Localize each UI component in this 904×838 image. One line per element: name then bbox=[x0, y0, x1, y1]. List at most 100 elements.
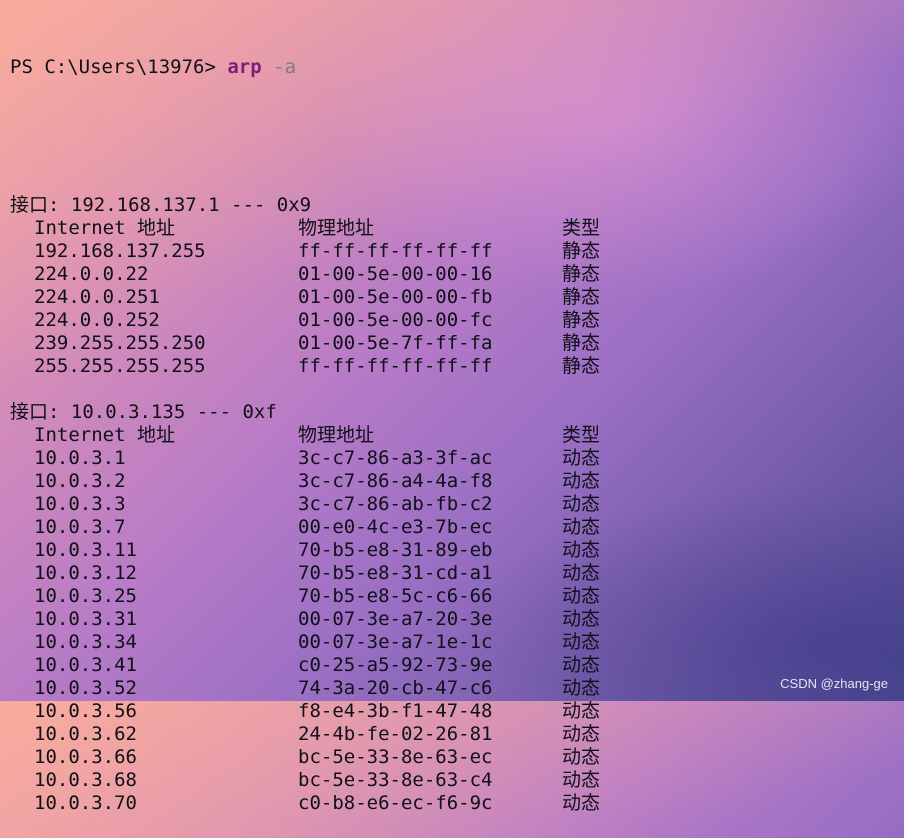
interface-block: 接口: 10.0.3.135 --- 0xf Internet 地址 物理地址 类型 1… bbox=[10, 401, 904, 815]
table-row: 10.0.3.31 00-07-3e-a7-20-3e 动态 bbox=[10, 608, 904, 631]
type-cell: 动态 bbox=[562, 585, 601, 607]
physical-address-cell: 70-b5-e8-31-89-eb bbox=[298, 539, 493, 561]
physical-address-cell: 24-4b-fe-02-26-81 bbox=[298, 723, 493, 745]
watermark: CSDN @zhang-ge bbox=[780, 676, 888, 691]
type-cell: 动态 bbox=[562, 470, 601, 492]
table-row: 10.0.3.66 bc-5e-33-8e-63-ec 动态 bbox=[10, 746, 904, 769]
type-cell: 动态 bbox=[562, 769, 601, 791]
type-cell: 动态 bbox=[562, 447, 601, 469]
table-row: 224.0.0.252 01-00-5e-00-00-fc 静态 bbox=[10, 309, 904, 332]
internet-address-cell: 224.0.0.251 bbox=[34, 286, 160, 308]
prompt-prefix: PS C:\Users\13976> bbox=[10, 56, 228, 78]
physical-address-cell: f8-e4-3b-f1-47-48 bbox=[298, 700, 493, 722]
internet-address-cell: 10.0.3.7 bbox=[34, 516, 126, 538]
type-cell: 静态 bbox=[562, 263, 601, 285]
column-header-internet-address: Internet 地址 bbox=[34, 424, 175, 446]
table-row: 10.0.3.7 00-e0-4c-e3-7b-ec 动态 bbox=[10, 516, 904, 539]
physical-address-cell: 01-00-5e-7f-ff-fa bbox=[298, 332, 493, 354]
type-cell: 动态 bbox=[562, 746, 601, 768]
column-header-type: 类型 bbox=[562, 424, 601, 446]
physical-address-cell: c0-25-a5-92-73-9e bbox=[298, 654, 493, 676]
interfaces-list: 接口: 192.168.137.1 --- 0x9 Internet 地址 物理地址… bbox=[10, 194, 904, 815]
type-cell: 动态 bbox=[562, 562, 601, 584]
internet-address-cell: 10.0.3.56 bbox=[34, 700, 137, 722]
table-row: 10.0.3.62 24-4b-fe-02-26-81 动态 bbox=[10, 723, 904, 746]
table-row: 10.0.3.1 3c-c7-86-a3-3f-ac 动态 bbox=[10, 447, 904, 470]
physical-address-cell: 3c-c7-86-a3-3f-ac bbox=[298, 447, 493, 469]
table-row: 224.0.0.251 01-00-5e-00-00-fb 静态 bbox=[10, 286, 904, 309]
column-header-physical-address: 物理地址 bbox=[298, 424, 375, 446]
physical-address-cell: bc-5e-33-8e-63-c4 bbox=[298, 769, 493, 791]
physical-address-cell: 01-00-5e-00-00-fc bbox=[298, 309, 493, 331]
table-row: 192.168.137.255 ff-ff-ff-ff-ff-ff 静态 bbox=[10, 240, 904, 263]
physical-address-cell: 00-e0-4c-e3-7b-ec bbox=[298, 516, 493, 538]
column-header-physical-address: 物理地址 bbox=[298, 217, 375, 239]
internet-address-cell: 10.0.3.1 bbox=[34, 447, 126, 469]
type-cell: 静态 bbox=[562, 286, 601, 308]
interface-header: 接口: 192.168.137.1 --- 0x9 bbox=[10, 194, 312, 216]
internet-address-cell: 10.0.3.2 bbox=[34, 470, 126, 492]
type-cell: 动态 bbox=[562, 608, 601, 630]
physical-address-cell: 70-b5-e8-31-cd-a1 bbox=[298, 562, 493, 584]
internet-address-cell: 10.0.3.31 bbox=[34, 608, 137, 630]
physical-address-cell: c0-b8-e6-ec-f6-9c bbox=[298, 792, 493, 814]
table-row: 10.0.3.56 f8-e4-3b-f1-47-48 动态 bbox=[10, 700, 904, 723]
table-row: 10.0.3.70 c0-b8-e6-ec-f6-9c 动态 bbox=[10, 792, 904, 815]
internet-address-cell: 10.0.3.12 bbox=[34, 562, 137, 584]
physical-address-cell: 3c-c7-86-a4-4a-f8 bbox=[298, 470, 493, 492]
internet-address-cell: 10.0.3.66 bbox=[34, 746, 137, 768]
internet-address-cell: 10.0.3.11 bbox=[34, 539, 137, 561]
table-row: 10.0.3.34 00-07-3e-a7-1e-1c 动态 bbox=[10, 631, 904, 654]
type-cell: 动态 bbox=[562, 700, 601, 722]
terminal-output[interactable]: PS C:\Users\13976> arp -a 接口: 192.168.13… bbox=[10, 10, 904, 838]
physical-address-cell: 70-b5-e8-5c-c6-66 bbox=[298, 585, 493, 607]
command-flag: -a bbox=[273, 56, 297, 78]
internet-address-cell: 192.168.137.255 bbox=[34, 240, 206, 262]
interface-block: 接口: 192.168.137.1 --- 0x9 Internet 地址 物理地址… bbox=[10, 194, 904, 401]
internet-address-cell: 239.255.255.250 bbox=[34, 332, 206, 354]
table-row: 10.0.3.11 70-b5-e8-31-89-eb 动态 bbox=[10, 539, 904, 562]
type-cell: 动态 bbox=[562, 654, 601, 676]
table-row: 10.0.3.41 c0-25-a5-92-73-9e 动态 bbox=[10, 654, 904, 677]
interface-header: 接口: 10.0.3.135 --- 0xf bbox=[10, 401, 277, 423]
internet-address-cell: 10.0.3.25 bbox=[34, 585, 137, 607]
internet-address-cell: 10.0.3.3 bbox=[34, 493, 126, 515]
physical-address-cell: 01-00-5e-00-00-16 bbox=[298, 263, 493, 285]
table-row: 10.0.3.25 70-b5-e8-5c-c6-66 动态 bbox=[10, 585, 904, 608]
type-cell: 静态 bbox=[562, 332, 601, 354]
table-row: 10.0.3.2 3c-c7-86-a4-4a-f8 动态 bbox=[10, 470, 904, 493]
command-prompt-line: PS C:\Users\13976> arp -a bbox=[10, 56, 904, 79]
type-cell: 动态 bbox=[562, 516, 601, 538]
type-cell: 静态 bbox=[562, 309, 601, 331]
table-row: 10.0.3.68 bc-5e-33-8e-63-c4 动态 bbox=[10, 769, 904, 792]
internet-address-cell: 10.0.3.34 bbox=[34, 631, 137, 653]
internet-address-cell: 10.0.3.62 bbox=[34, 723, 137, 745]
physical-address-cell: bc-5e-33-8e-63-ec bbox=[298, 746, 493, 768]
type-cell: 动态 bbox=[562, 677, 601, 699]
command-name: arp bbox=[227, 56, 262, 78]
table-row: 224.0.0.22 01-00-5e-00-00-16 静态 bbox=[10, 263, 904, 286]
type-cell: 动态 bbox=[562, 631, 601, 653]
table-row: 10.0.3.12 70-b5-e8-31-cd-a1 动态 bbox=[10, 562, 904, 585]
physical-address-cell: 3c-c7-86-ab-fb-c2 bbox=[298, 493, 493, 515]
physical-address-cell: 00-07-3e-a7-20-3e bbox=[298, 608, 493, 630]
table-row: 10.0.3.3 3c-c7-86-ab-fb-c2 动态 bbox=[10, 493, 904, 516]
table-row: 10.0.3.52 74-3a-20-cb-47-c6 动态 bbox=[10, 677, 904, 700]
column-header-type: 类型 bbox=[562, 217, 601, 239]
internet-address-cell: 224.0.0.22 bbox=[34, 263, 149, 285]
physical-address-cell: 74-3a-20-cb-47-c6 bbox=[298, 677, 493, 699]
type-cell: 动态 bbox=[562, 493, 601, 515]
physical-address-cell: ff-ff-ff-ff-ff-ff bbox=[298, 240, 493, 262]
internet-address-cell: 10.0.3.70 bbox=[34, 792, 137, 814]
type-cell: 动态 bbox=[562, 792, 601, 814]
internet-address-cell: 10.0.3.52 bbox=[34, 677, 137, 699]
column-header-row: Internet 地址 物理地址 类型 bbox=[10, 424, 904, 447]
column-header-internet-address: Internet 地址 bbox=[34, 217, 175, 239]
type-cell: 静态 bbox=[562, 240, 601, 262]
type-cell: 动态 bbox=[562, 723, 601, 745]
physical-address-cell: ff-ff-ff-ff-ff-ff bbox=[298, 355, 493, 377]
type-cell: 动态 bbox=[562, 539, 601, 561]
physical-address-cell: 00-07-3e-a7-1e-1c bbox=[298, 631, 493, 653]
